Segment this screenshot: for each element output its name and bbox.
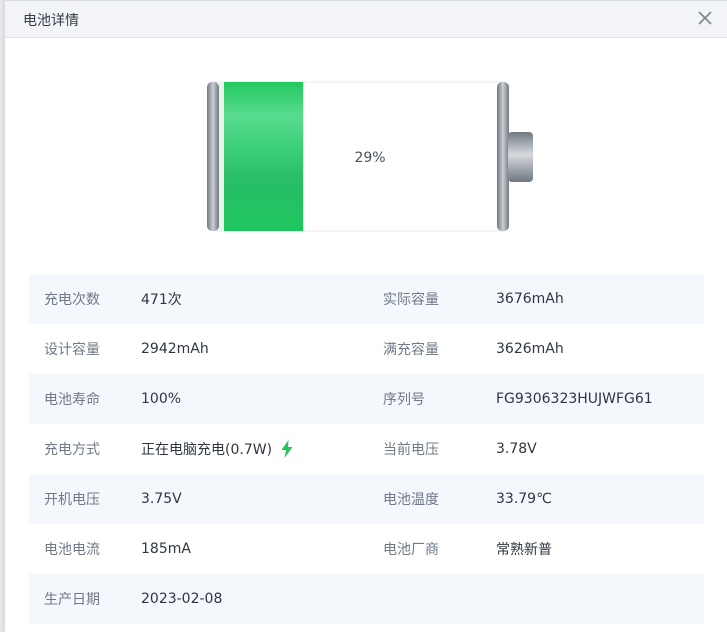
table-row: 生产日期 2023-02-08 bbox=[29, 574, 704, 624]
battery-terminal bbox=[508, 132, 533, 182]
battery-info-table: 充电次数 471次 实际容量 3676mAh 设计容量 2942mAh 满充容量… bbox=[29, 274, 704, 624]
battery-left-strip bbox=[219, 82, 224, 231]
info-value: 常熟新普 bbox=[496, 542, 552, 558]
info-label: 开机电压 bbox=[44, 492, 100, 508]
info-label: 生产日期 bbox=[44, 592, 100, 608]
info-label: 充电方式 bbox=[44, 442, 100, 458]
dialog-titlebar: 电池详情 bbox=[5, 1, 727, 38]
table-row: 电池电流 185mA 电池厂商 常熟新普 bbox=[29, 524, 704, 574]
info-label: 实际容量 bbox=[383, 292, 439, 308]
battery-details-dialog: 电池详情 29% 充电次数 471次 实际容量 3676mAh 设计容量 294… bbox=[4, 0, 727, 632]
table-row: 开机电压 3.75V 电池温度 33.79℃ bbox=[29, 474, 704, 524]
info-label: 电池厂商 bbox=[383, 542, 439, 558]
info-label: 电池电流 bbox=[44, 542, 100, 558]
info-label: 序列号 bbox=[383, 392, 425, 408]
info-value: 185mA bbox=[141, 541, 191, 557]
info-value: 100% bbox=[141, 391, 182, 407]
close-icon[interactable] bbox=[695, 8, 715, 28]
info-label: 设计容量 bbox=[44, 342, 100, 358]
info-label: 当前电压 bbox=[383, 442, 439, 458]
info-value: 33.79℃ bbox=[496, 491, 552, 507]
info-value: 471次 bbox=[141, 292, 182, 308]
battery-left-cap bbox=[207, 82, 219, 231]
battery-graphic: 29% bbox=[202, 81, 537, 233]
info-value-with-icon: 正在电脑充电(0.7W) bbox=[141, 439, 383, 459]
battery-fill bbox=[224, 82, 304, 231]
charging-mode-text: 正在电脑充电(0.7W) bbox=[141, 442, 273, 458]
table-row: 电池寿命 100% 序列号 FG9306323HUJWFG61 bbox=[29, 374, 704, 424]
table-row: 设计容量 2942mAh 满充容量 3626mAh bbox=[29, 324, 704, 374]
info-label: 满充容量 bbox=[383, 342, 439, 358]
battery-svg: 29% bbox=[207, 81, 533, 232]
info-value: FG9306323HUJWFG61 bbox=[496, 391, 653, 407]
info-value: 2023-02-08 bbox=[141, 591, 223, 607]
lightning-bolt-icon bbox=[281, 440, 293, 458]
battery-right-cap bbox=[497, 82, 509, 231]
table-row: 充电次数 471次 实际容量 3676mAh bbox=[29, 274, 704, 324]
info-value: 2942mAh bbox=[141, 341, 209, 357]
table-row: 充电方式 正在电脑充电(0.7W) 当前电压 3.78V bbox=[29, 424, 704, 474]
info-value: 3.78V bbox=[496, 441, 537, 457]
dialog-title: 电池详情 bbox=[23, 13, 79, 29]
info-value: 3676mAh bbox=[496, 291, 564, 307]
info-value: 3626mAh bbox=[496, 341, 564, 357]
battery-percent-label: 29% bbox=[354, 150, 385, 166]
info-label: 电池温度 bbox=[383, 492, 439, 508]
info-value: 3.75V bbox=[141, 491, 182, 507]
info-label: 充电次数 bbox=[44, 292, 100, 308]
info-label: 电池寿命 bbox=[44, 392, 100, 408]
